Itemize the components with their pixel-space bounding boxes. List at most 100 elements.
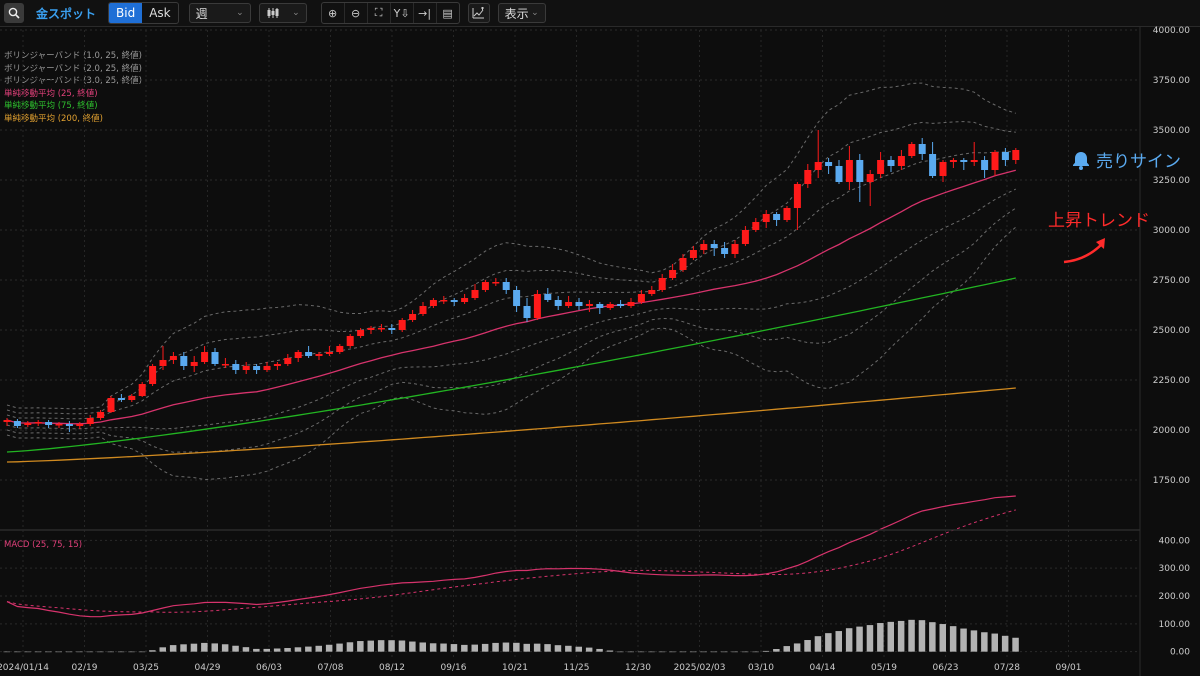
candle-body bbox=[637, 294, 645, 302]
macd-histogram-bar bbox=[887, 621, 894, 652]
bollinger-band-3-l bbox=[6, 226, 1017, 481]
candle-body bbox=[180, 356, 188, 366]
macd-histogram-bar bbox=[284, 648, 291, 652]
macd-histogram-bar bbox=[897, 620, 905, 652]
macd-histogram-bar bbox=[575, 646, 582, 652]
macd-histogram-bar bbox=[1001, 635, 1009, 652]
candle-body bbox=[294, 352, 302, 358]
macd-histogram-bar bbox=[970, 630, 978, 652]
sell-sign-annotation: 売りサイン bbox=[1070, 147, 1181, 172]
candle-body bbox=[741, 230, 749, 244]
candle-body bbox=[908, 144, 916, 156]
candle-body bbox=[398, 320, 406, 330]
macd-histogram-bar bbox=[565, 645, 572, 652]
macd-histogram-bar bbox=[929, 622, 936, 652]
macd-histogram-bar bbox=[918, 620, 926, 652]
candle-body bbox=[866, 174, 874, 182]
macd-histogram-bar bbox=[211, 643, 218, 652]
macd-histogram-bar bbox=[294, 647, 302, 652]
macd-histogram-bar bbox=[481, 643, 489, 652]
macd-histogram-bar bbox=[232, 645, 239, 652]
date-label: 12/30 bbox=[625, 663, 651, 673]
macd-histogram-bar bbox=[180, 644, 187, 652]
price-tick-label: 2250.00 bbox=[1153, 376, 1190, 386]
macd-histogram-bar bbox=[138, 651, 146, 653]
macd-histogram-bar bbox=[346, 642, 354, 652]
macd-histogram-bar bbox=[762, 650, 770, 652]
candle-body bbox=[648, 290, 656, 294]
candle-body bbox=[388, 328, 396, 330]
candle-body bbox=[575, 302, 583, 306]
date-label: 09/01 bbox=[1056, 663, 1082, 673]
candle-body bbox=[357, 330, 365, 336]
macd-histogram-bar bbox=[221, 644, 229, 652]
date-label: 2024/01/14 bbox=[0, 663, 49, 673]
macd-tick-label: 0.00 bbox=[1170, 648, 1190, 658]
macd-histogram-bar bbox=[877, 623, 884, 652]
price-tick-label: 4000.00 bbox=[1153, 26, 1190, 36]
candle-body bbox=[523, 306, 531, 318]
candle-body bbox=[86, 418, 94, 424]
macd-histogram-bar bbox=[804, 640, 811, 652]
bollinger-band-3-u bbox=[6, 82, 1016, 410]
macd-histogram-bar bbox=[471, 644, 478, 652]
candle-body bbox=[263, 366, 271, 370]
macd-histogram-bar bbox=[128, 651, 135, 653]
candle-body bbox=[450, 300, 458, 302]
candle-body bbox=[565, 302, 573, 306]
candle-body bbox=[887, 160, 895, 166]
candle-body bbox=[149, 366, 157, 384]
date-label: 03/10 bbox=[748, 663, 774, 673]
candle-body bbox=[804, 170, 812, 184]
date-label: 06/03 bbox=[256, 663, 282, 673]
macd-histogram-bar bbox=[107, 651, 114, 653]
candle-body bbox=[773, 214, 781, 220]
date-label: 05/19 bbox=[871, 663, 897, 673]
macd-histogram-bar bbox=[377, 640, 385, 652]
candle-body bbox=[679, 258, 687, 270]
candle-body bbox=[731, 244, 739, 254]
candle-body bbox=[128, 396, 136, 400]
macd-histogram-bar bbox=[367, 640, 374, 652]
candle-body bbox=[107, 398, 115, 412]
candle-body bbox=[710, 244, 718, 248]
price-tick-label: 3750.00 bbox=[1153, 76, 1190, 86]
candle-body bbox=[3, 420, 11, 422]
candle-body bbox=[169, 356, 177, 360]
bollinger-band-1-l bbox=[6, 188, 1017, 430]
candle-body bbox=[689, 250, 697, 258]
candle-body bbox=[658, 278, 666, 290]
macd-histogram-bar bbox=[856, 626, 863, 652]
candle-body bbox=[585, 304, 593, 306]
candle-body bbox=[492, 282, 500, 284]
candle-body bbox=[617, 304, 625, 306]
candle-body bbox=[721, 248, 729, 254]
price-tick-label: 2500.00 bbox=[1153, 326, 1190, 336]
macd-histogram-bar bbox=[596, 648, 603, 652]
price-chart[interactable]: 4000.00 3750.00 3500.00 3250.00 3000.00 2750.… bbox=[0, 0, 1200, 676]
macd-histogram-bar bbox=[1012, 637, 1019, 652]
candle-body bbox=[315, 354, 323, 356]
macd-histogram-bar bbox=[793, 643, 801, 652]
macd-histogram-bar bbox=[190, 643, 198, 652]
date-label: 08/12 bbox=[379, 663, 405, 673]
candle-body bbox=[461, 298, 469, 302]
macd-histogram-bar bbox=[461, 644, 468, 652]
candle-body bbox=[918, 144, 926, 154]
uptrend-text: 上昇トレンド bbox=[1048, 211, 1150, 231]
macd-histogram-bar bbox=[419, 642, 426, 652]
candle-body bbox=[159, 360, 167, 366]
macd-histogram-bar bbox=[981, 632, 988, 652]
macd-histogram-bar bbox=[700, 651, 707, 653]
macd-histogram-bar bbox=[835, 631, 842, 652]
candle-body bbox=[409, 314, 417, 320]
macd-histogram-bar bbox=[710, 651, 718, 653]
macd-label: MACD (25, 75, 15) bbox=[4, 540, 83, 550]
macd-tick-label: 300.00 bbox=[1159, 564, 1191, 574]
macd-tick-label: 400.00 bbox=[1159, 536, 1191, 546]
macd-histogram-bar bbox=[658, 651, 666, 653]
candle-body bbox=[762, 214, 770, 222]
date-label: 09/16 bbox=[441, 663, 467, 673]
candle-body bbox=[502, 282, 510, 290]
candle-body bbox=[65, 424, 73, 426]
